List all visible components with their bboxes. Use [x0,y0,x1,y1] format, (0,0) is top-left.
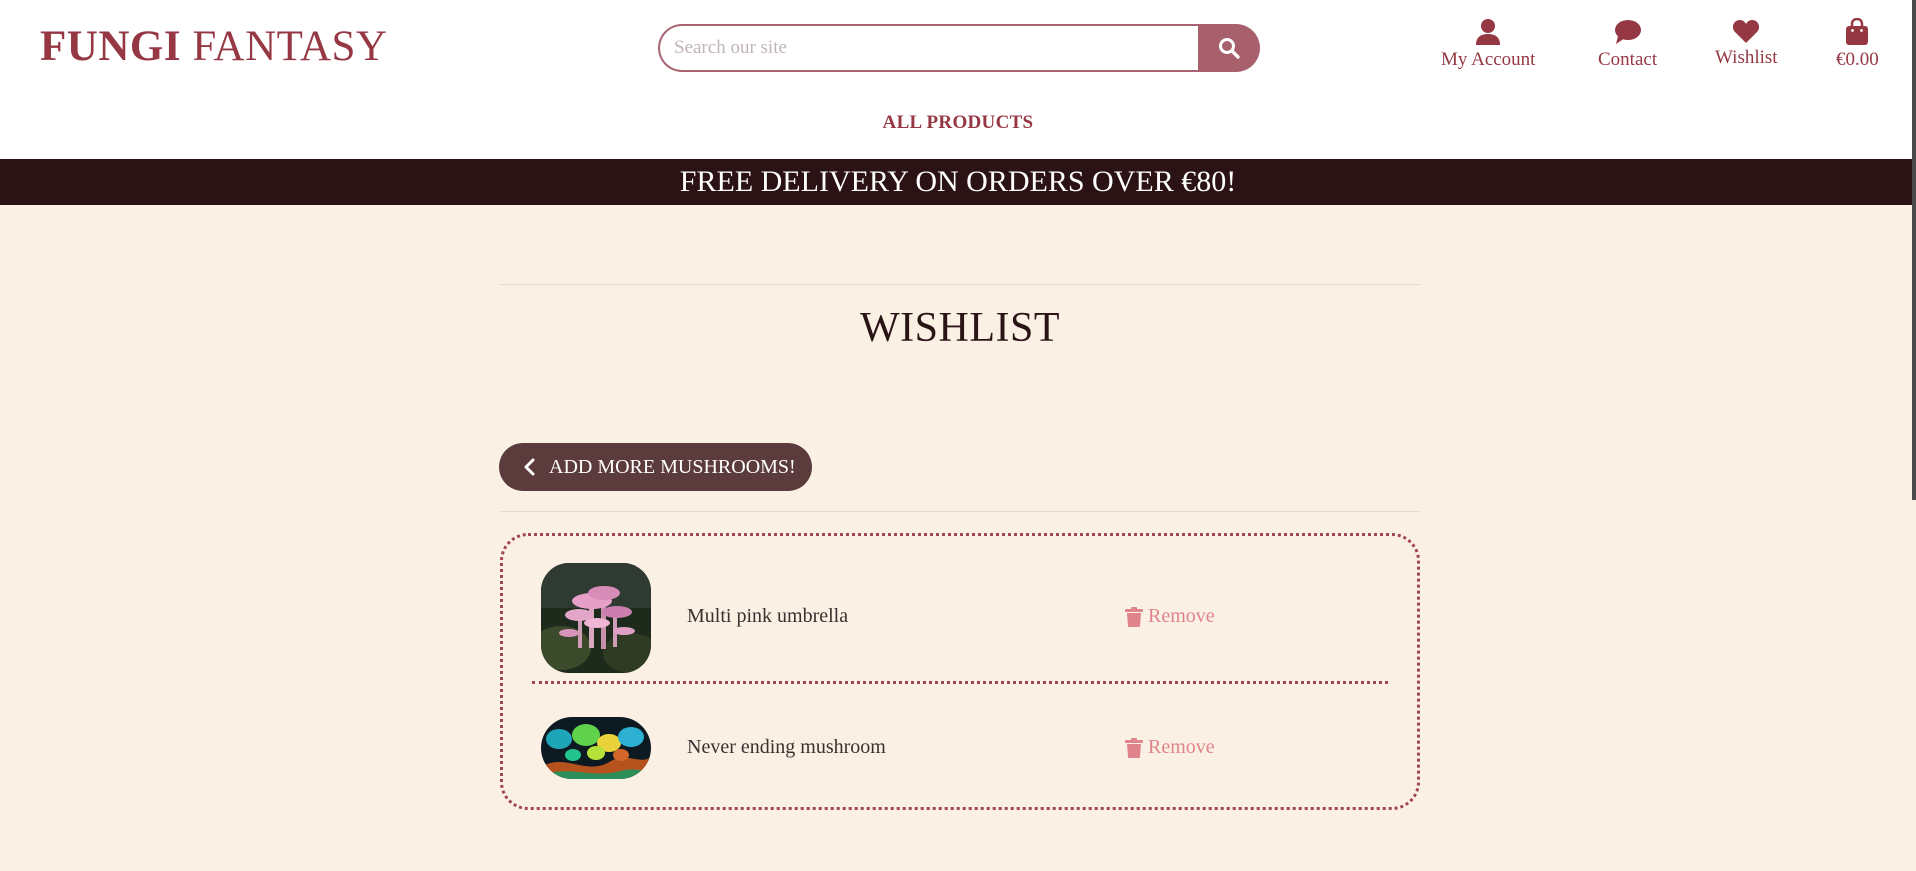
nav-contact-label[interactable]: Contact [1598,49,1657,70]
site-header: FUNGI FANTASY My Account Contact Wishlis… [0,0,1916,159]
nav-cart[interactable]: €0.00 [1836,18,1879,71]
logo-word-fungi[interactable]: FUNGI [40,23,181,70]
product-image-multi-pink-umbrella[interactable] [541,563,651,673]
add-more-mushrooms-label[interactable]: ADD MORE MUSHROOMS! [549,456,796,479]
site-logo[interactable]: FUNGI FANTASY [40,22,388,71]
trash-icon [1125,606,1143,627]
search-form [658,24,1260,72]
page-scrollbar[interactable] [1912,0,1916,500]
delivery-banner: FREE DELIVERY ON ORDERS OVER €80! [0,159,1916,205]
heart-icon [1733,20,1760,43]
logo-word-fantasy[interactable]: FANTASY [192,23,387,70]
nav-wishlist[interactable]: Wishlist [1715,18,1778,69]
remove-button[interactable]: Remove [1125,605,1215,628]
product-name[interactable]: Never ending mushroom [687,736,886,759]
user-icon [1476,19,1501,45]
search-icon [1219,38,1240,59]
remove-label[interactable]: Remove [1148,736,1215,759]
nav-my-account[interactable]: My Account [1441,18,1535,71]
chevron-left-icon [524,458,535,476]
add-more-mushrooms-button[interactable]: ADD MORE MUSHROOMS! [499,443,812,491]
main-menu: ALL PRODUCTS [0,112,1916,134]
wishlist-container: Multi pink umbrella Remove Never ending … [500,533,1420,810]
nav-my-account-label[interactable]: My Account [1441,49,1535,70]
remove-label[interactable]: Remove [1148,605,1215,628]
trash-icon [1125,737,1143,758]
wishlist-item: Multi pink umbrella Remove [503,536,1417,684]
search-button[interactable] [1198,24,1260,72]
delivery-banner-text: FREE DELIVERY ON ORDERS OVER €80! [679,165,1237,198]
wishlist-item: Never ending mushroom Remove [503,684,1417,810]
shopping-bag-icon [1846,18,1869,45]
page-title: WISHLIST [860,305,1060,351]
product-image-never-ending-mushroom[interactable] [541,717,651,779]
product-name[interactable]: Multi pink umbrella [687,605,848,628]
chat-icon [1614,20,1641,44]
title-divider-top [500,284,1420,285]
search-input[interactable] [658,24,1198,72]
nav-wishlist-label[interactable]: Wishlist [1715,47,1778,68]
remove-button[interactable]: Remove [1125,736,1215,759]
list-divider [500,511,1420,512]
nav-contact[interactable]: Contact [1598,18,1657,71]
menu-all-products[interactable]: ALL PRODUCTS [883,112,1034,133]
cart-total[interactable]: €0.00 [1836,49,1879,70]
